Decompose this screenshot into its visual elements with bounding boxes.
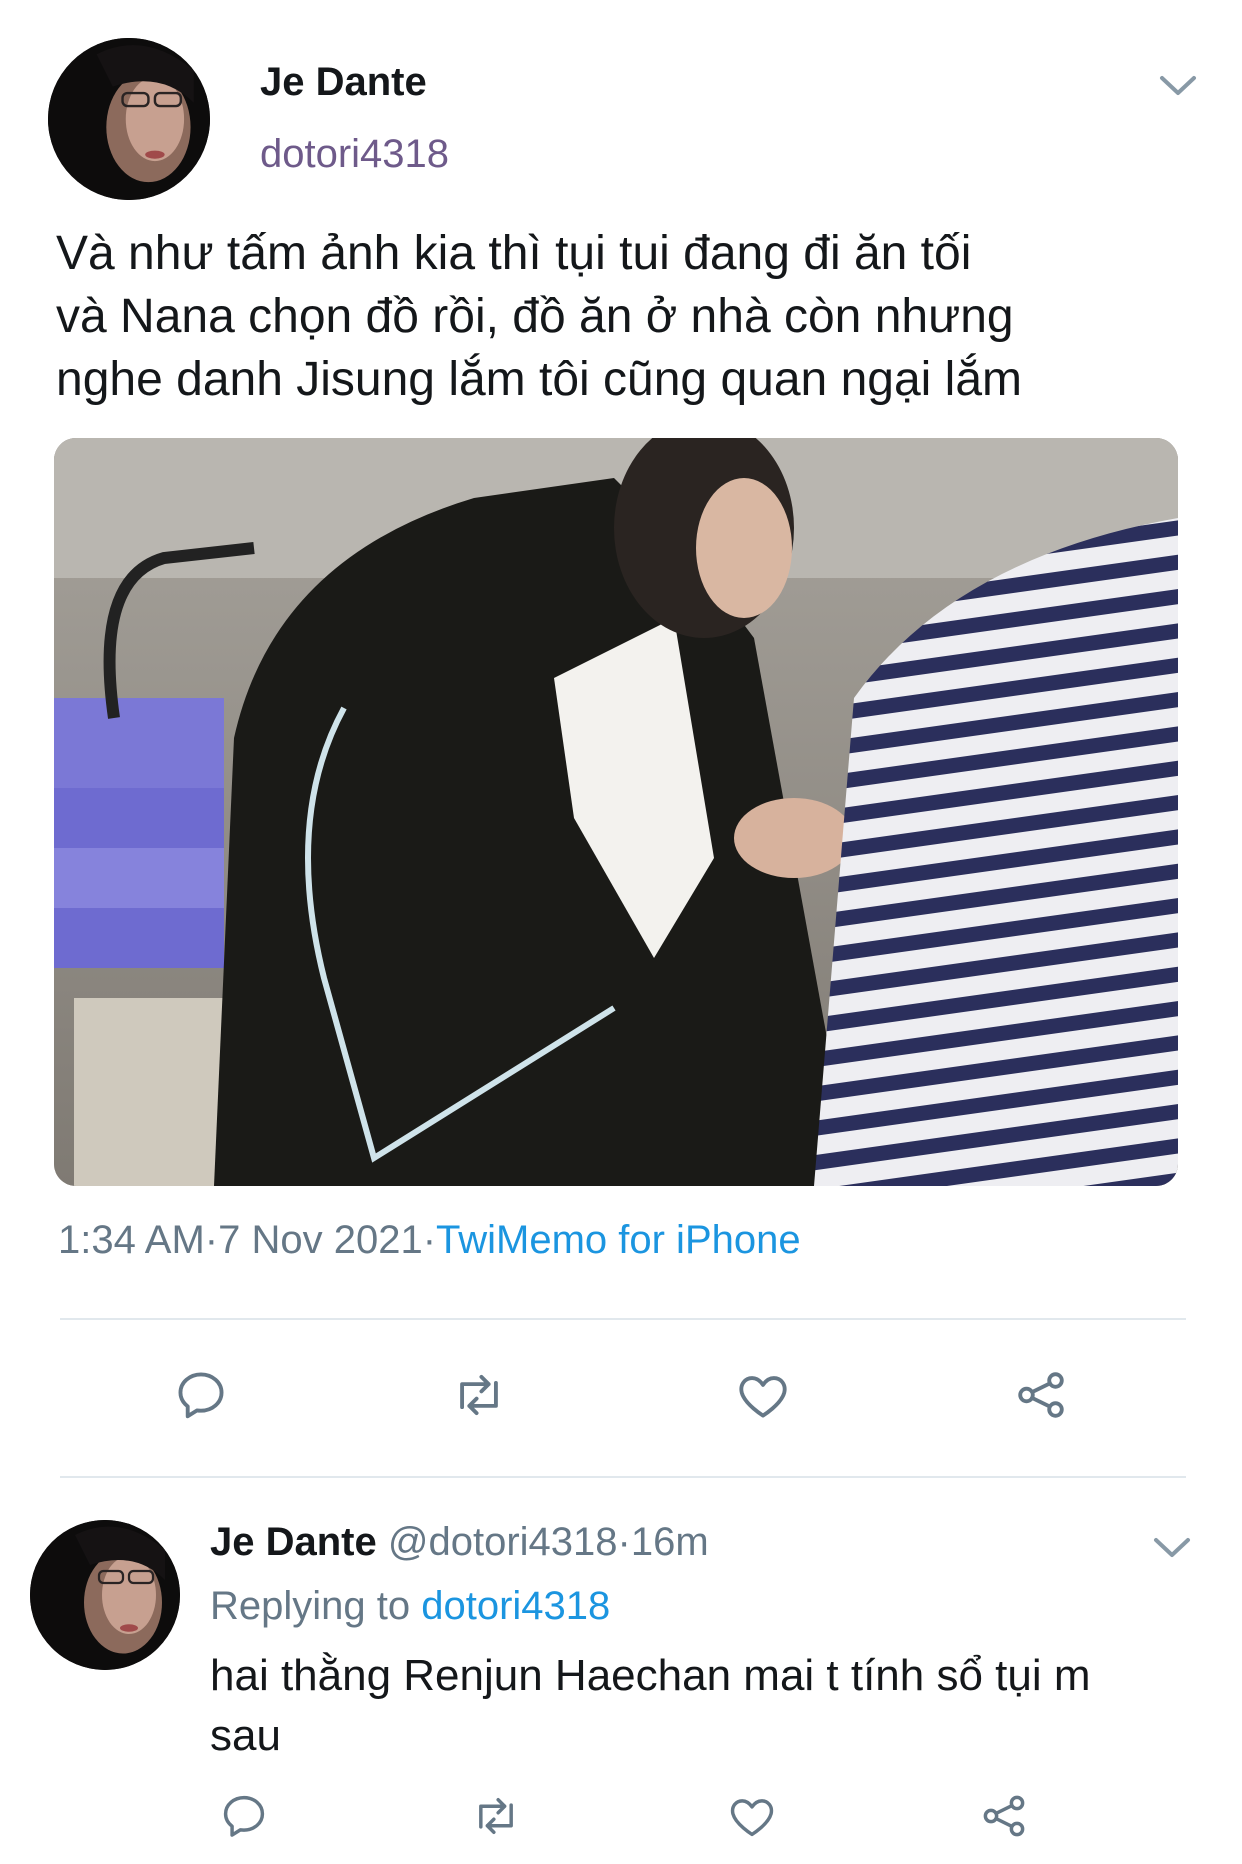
like-icon[interactable]: [734, 1366, 792, 1424]
photo-image: [54, 438, 1178, 1186]
divider: [60, 1476, 1186, 1478]
tweet-photo[interactable]: [54, 438, 1178, 1186]
author-name[interactable]: Je Dante: [260, 60, 427, 105]
replying-to-link[interactable]: dotori4318: [421, 1584, 610, 1628]
chevron-down-icon[interactable]: [1150, 1532, 1194, 1562]
author-avatar[interactable]: [48, 38, 210, 200]
avatar-image: [30, 1520, 180, 1670]
reply-text: hai thằng Renjun Haechan mai t tính sổ t…: [210, 1651, 1091, 1760]
tweet-date: 7 Nov 2021: [218, 1218, 423, 1262]
meta-separator: ·: [204, 1218, 219, 1262]
reply-author-handle[interactable]: @dotori4318: [388, 1520, 618, 1564]
tweet-time: 1:34 AM: [58, 1218, 205, 1262]
replying-to-label: Replying to: [210, 1584, 411, 1628]
share-icon[interactable]: [1012, 1366, 1070, 1424]
reply-icon[interactable]: [218, 1790, 270, 1842]
reply-icon[interactable]: [172, 1366, 230, 1424]
divider: [60, 1318, 1186, 1320]
meta-separator: ·: [617, 1520, 631, 1564]
retweet-icon[interactable]: [470, 1790, 522, 1842]
tweet-text: Và như tấm ảnh kia thì tụi tui đang đi ă…: [56, 227, 1022, 406]
reply-author-avatar[interactable]: [30, 1520, 180, 1670]
reply-age: 16m: [630, 1520, 709, 1564]
avatar-image: [48, 38, 210, 200]
like-icon[interactable]: [726, 1790, 778, 1842]
reply-author-name[interactable]: Je Dante: [210, 1520, 377, 1564]
reply-header: Je Dante @dotori4318·16m: [210, 1520, 709, 1565]
replying-to: Replying to dotori4318: [210, 1584, 610, 1629]
tweet-meta: 1:34 AM·7 Nov 2021·TwiMemo for iPhone: [58, 1218, 801, 1263]
share-icon[interactable]: [978, 1790, 1030, 1842]
author-handle[interactable]: dotori4318: [260, 132, 449, 177]
retweet-icon[interactable]: [450, 1366, 508, 1424]
meta-separator: ·: [422, 1218, 437, 1262]
chevron-down-icon[interactable]: [1156, 70, 1200, 100]
tweet-source-link[interactable]: TwiMemo for iPhone: [436, 1218, 801, 1262]
